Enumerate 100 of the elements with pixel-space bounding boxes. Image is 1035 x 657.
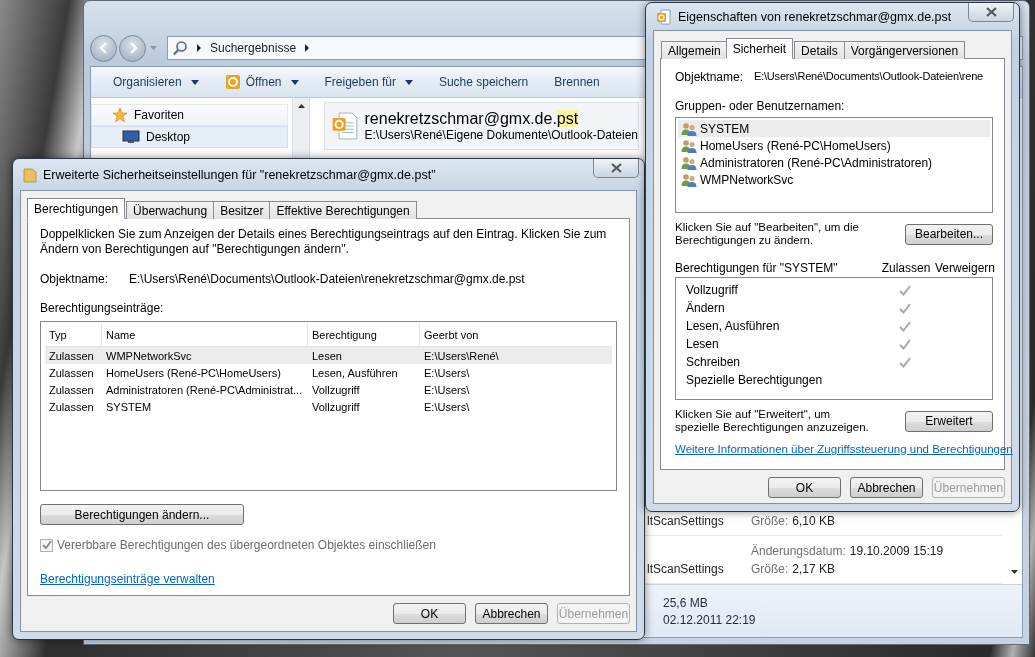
- window-title: Erweiterte Sicherheitseinstellungen für "renekretzschmar@gmx.de.pst": [43, 167, 436, 182]
- change-permissions-button[interactable]: Berechtigungen ändern...: [40, 504, 244, 525]
- tab[interactable]: Vorgängerversionen: [843, 41, 966, 59]
- scroll-down-icon[interactable]: [1010, 570, 1018, 574]
- table-cell-text: Vollzugriff: [311, 400, 361, 413]
- permission-name: Spezielle Berechtigungen: [686, 373, 824, 387]
- chevron-icon: [304, 44, 311, 52]
- toolbar-button[interactable]: Organisieren: [103, 72, 209, 92]
- toolbar-button[interactable]: Öffnen: [214, 71, 309, 93]
- permission-name: Schreiben: [686, 355, 742, 369]
- table-cell-text: Lesen, Ausführen: [311, 366, 399, 379]
- close-button[interactable]: [593, 159, 639, 178]
- nav-item[interactable]: Desktop: [91, 126, 288, 148]
- object-path: E:\Users\René\Documents\Outlook-Dateien\rene: [754, 70, 984, 84]
- table-cell-text: Lesen: [311, 349, 343, 362]
- column-header: Zulassen: [880, 261, 932, 275]
- table-cell-text: E:\Users\: [423, 400, 471, 413]
- tab[interactable]: Allgemein: [661, 41, 728, 59]
- tab[interactable]: Effektive Berechtigungen: [269, 201, 417, 219]
- detail-value: 25,6 MB: [663, 595, 709, 610]
- permission-name: Ändern: [686, 301, 726, 315]
- search-result[interactable]: renekretzschmar@gmx.de.pst E:\Users\René\Eigene Dokumente\Outlook-Dateien: [324, 102, 639, 150]
- table-row[interactable]: Zulassen SYSTEM Vollzugriff E:\Users\: [45, 398, 612, 415]
- search-icon: [172, 40, 188, 56]
- tab[interactable]: Sicherheit: [725, 38, 794, 59]
- toolbar-button[interactable]: Suche speichern: [428, 72, 539, 92]
- tab[interactable]: Überwachung: [126, 201, 215, 219]
- field-value: 2,17 KB: [792, 562, 836, 576]
- user-list-item[interactable]: Administratoren (René-PC\Administratoren): [678, 154, 990, 171]
- tab[interactable]: Besitzer: [213, 201, 271, 219]
- dialog-button[interactable]: Abbrechen: [850, 477, 923, 498]
- table-cell-text: Zulassen: [48, 383, 95, 396]
- table-row[interactable]: Zulassen WMPNetworkSvc Lesen E:\Users\René\: [45, 347, 612, 364]
- folder-icon: [23, 166, 37, 183]
- user-list-item[interactable]: WMPNetworkSvc: [678, 171, 990, 188]
- dialog-button[interactable]: OK: [393, 603, 466, 624]
- field-label: Größe:: [751, 514, 789, 528]
- edit-button[interactable]: Bearbeiten...: [905, 223, 993, 245]
- table-cell-text: Zulassen: [48, 349, 95, 362]
- users-icon: [681, 155, 697, 170]
- tab[interactable]: Details: [794, 41, 845, 59]
- section-label: Gruppen- oder Benutzernamen:: [675, 99, 846, 113]
- table-cell-text: HomeUsers (René-PC\HomeUsers): [105, 366, 282, 379]
- column-header[interactable]: Berechtigung: [308, 324, 420, 346]
- table-cell-text: Vollzugriff: [311, 383, 361, 396]
- toolbar-button[interactable]: Freigeben für: [314, 72, 423, 92]
- section-label: Berechtigungen für "SYSTEM": [675, 261, 839, 275]
- column-header[interactable]: Geerbt von: [420, 324, 612, 346]
- field-label: Größe:: [751, 562, 789, 576]
- user-list-item[interactable]: HomeUsers (René-PC\HomeUsers): [678, 137, 990, 154]
- chevron-icon: [196, 44, 202, 52]
- link[interactable]: Berechtigungseinträge verwalten: [40, 572, 215, 586]
- table-row[interactable]: Zulassen HomeUsers (René-PC\HomeUsers) Lesen, Ausführen E:\Users\: [45, 364, 612, 381]
- table-cell-text: E:\Users\: [423, 366, 471, 379]
- file-name: ltScanSettings: [647, 514, 725, 528]
- users-icon: [681, 121, 697, 136]
- back-button[interactable]: [90, 34, 117, 62]
- advanced-button[interactable]: Erweitert: [905, 410, 993, 432]
- column-header[interactable]: Typ: [45, 324, 102, 346]
- field-value: 19.10.2009 15:19: [849, 544, 944, 558]
- object-label: Objektname:: [40, 272, 110, 286]
- section-label: Berechtigungseinträge:: [40, 301, 165, 315]
- toolbar-button[interactable]: Brennen: [544, 72, 610, 92]
- file-name: ltScanSettings: [647, 562, 725, 576]
- field-label: Änderungsdatum:: [751, 544, 846, 558]
- dialog-button[interactable]: OK: [768, 477, 841, 498]
- link[interactable]: Weitere Informationen über Zugriffssteuerung und Berechtigungen: [675, 443, 1013, 455]
- user-list-item[interactable]: SYSTEM: [678, 120, 990, 137]
- column-header: Verweigern: [935, 261, 993, 275]
- users-icon: [681, 138, 697, 153]
- table-cell-text: Administratoren (René-PC\Administrat...: [105, 383, 304, 396]
- permission-name: Lesen: [686, 337, 720, 351]
- nav-item[interactable]: Favoriten: [91, 104, 288, 126]
- detail-value: 02.12.2011 22:19: [663, 612, 757, 627]
- close-icon: [610, 163, 622, 173]
- tab[interactable]: Berechtigungen: [27, 198, 126, 219]
- breadcrumb[interactable]: Suchergebnisse: [210, 41, 297, 55]
- close-button[interactable]: [968, 3, 1014, 22]
- star-icon: [112, 107, 128, 123]
- scroll-up-icon[interactable]: [297, 104, 305, 108]
- column-header[interactable]: Name: [102, 324, 308, 346]
- table-row[interactable]: Zulassen Administratoren (René-PC\Administrat... Vollzugriff E:\Users\: [45, 381, 612, 398]
- file-name: renekretzschmar@gmx.de.pst: [364, 110, 580, 128]
- file-path: E:\Users\René\Eigene Dokumente\Outlook-Dateien: [364, 128, 638, 142]
- object-label: Objektname:: [675, 70, 745, 84]
- object-path: E:\Users\René\Documents\Outlook-Dateien\renekretzschmar@gmx.de.pst: [129, 272, 525, 286]
- hint-text: Klicken Sie auf "Erweitert", um spezielle Berechtigungen anzuzeigen.: [675, 408, 870, 434]
- close-icon: [985, 7, 997, 17]
- outlook-file-icon: [656, 8, 672, 25]
- dialog-button[interactable]: Abbrechen: [475, 603, 548, 624]
- table-cell-text: Zulassen: [48, 366, 95, 379]
- permission-name: Lesen, Ausführen: [686, 319, 781, 333]
- checkbox-label: Vererbbare Berechtigungen des übergeordneten Objektes einschließen: [57, 538, 436, 552]
- table-cell-text: Zulassen: [48, 400, 95, 413]
- field-value: 6,10 KB: [792, 514, 836, 528]
- table-cell-text: E:\Users\René\: [423, 349, 500, 362]
- description-text: Doppelklicken Sie zum Anzeigen der Details eines Berechtigungseintrags auf den Eintrag. Klicken Sie zum Ändern von Berechtigungen auf "Berechtigungen ändern".: [40, 227, 608, 257]
- table-cell-text: SYSTEM: [105, 400, 153, 413]
- forward-button[interactable]: [119, 34, 146, 62]
- monitor-icon: [122, 130, 140, 144]
